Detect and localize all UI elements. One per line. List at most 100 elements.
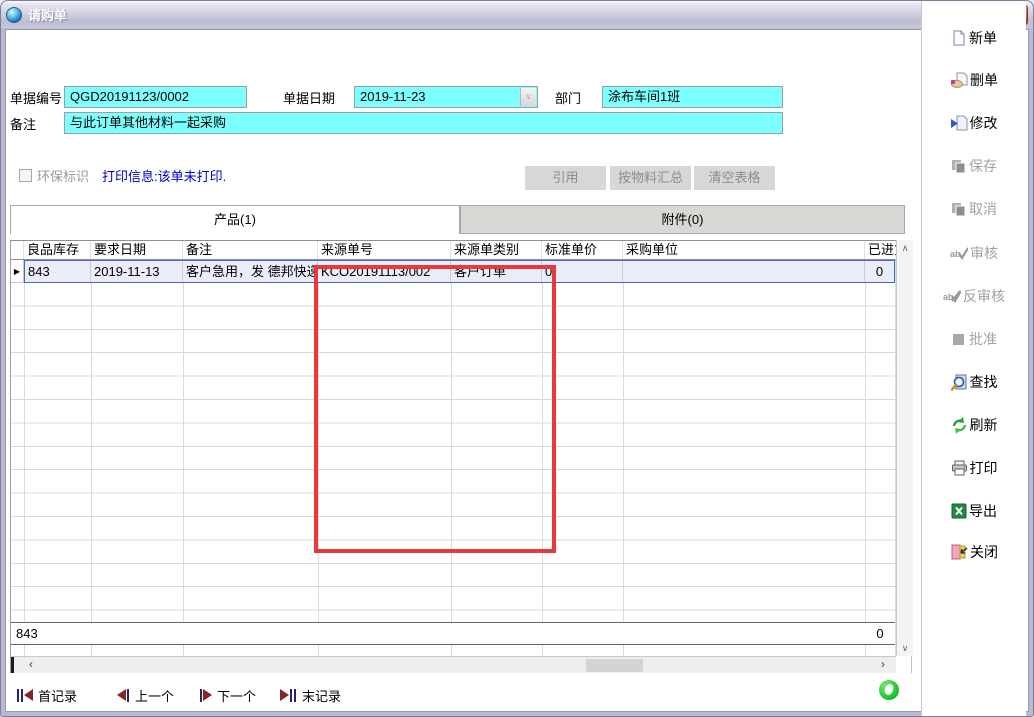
app-window: 请购单 ▁ □ ✕ 单据编号 QGD20191123/0002 单据日期 201…: [0, 0, 1034, 717]
save-button: 保存: [922, 153, 1026, 179]
summarize-by-material-button[interactable]: 按物料汇总: [610, 166, 691, 190]
next-record-button[interactable]: 下一个: [199, 686, 256, 704]
scroll-down-icon[interactable]: ∨: [897, 640, 913, 656]
grid-header-row: 良品库存 要求日期 备注 来源单号 来源单类别 标准单价 采购单位 已进货数量: [11, 240, 896, 260]
export-excel-icon: [951, 503, 967, 519]
clear-table-button[interactable]: 清空表格: [694, 166, 775, 190]
previous-record-label: 上一个: [135, 686, 174, 705]
column-header-received-qty[interactable]: 已进货数量: [865, 241, 896, 259]
print-icon: [951, 460, 968, 476]
audit-label: 审核: [970, 243, 998, 263]
print-info-text: 打印信息:该单未打印.: [102, 169, 226, 185]
new-doc-button[interactable]: 新单: [922, 25, 1026, 51]
column-header-remark[interactable]: 备注: [183, 241, 318, 259]
summary-received-total: 0: [865, 626, 895, 641]
first-record-icon: [16, 689, 33, 702]
first-record-label: 首记录: [38, 686, 77, 705]
vertical-scrollbar[interactable]: ∧ ∨: [896, 240, 913, 656]
record-splitter[interactable]: [11, 657, 14, 673]
doc-date-combo[interactable]: 2019-11-23 ∨: [354, 86, 538, 108]
save-label: 保存: [969, 156, 997, 176]
export-button[interactable]: 导出: [922, 498, 1026, 524]
current-row-marker: ▶: [11, 260, 24, 283]
title-bar[interactable]: 请购单 ▁ □ ✕: [1, 1, 1033, 28]
next-record-icon: [199, 689, 212, 702]
delete-doc-label: 删单: [970, 70, 998, 90]
doc-date-label: 单据日期: [283, 91, 335, 107]
dept-label: 部门: [555, 91, 581, 107]
next-record-label: 下一个: [217, 686, 256, 705]
scroll-right-icon[interactable]: ›: [875, 657, 891, 673]
find-label: 查找: [970, 372, 998, 392]
unaudit-icon: ab: [943, 289, 961, 303]
cancel-icon: [951, 201, 967, 217]
previous-record-button[interactable]: 上一个: [117, 686, 174, 704]
last-record-icon: [280, 689, 297, 702]
cell-received-qty[interactable]: 0: [865, 261, 894, 282]
refresh-button[interactable]: 刷新: [922, 412, 1026, 438]
approve-icon: [951, 331, 967, 347]
unaudit-button: ab 反审核: [922, 283, 1026, 309]
export-label: 导出: [969, 501, 997, 521]
grid-column-divider: [865, 260, 866, 656]
client-area: 单据编号 QGD20191123/0002 单据日期 2019-11-23 ∨ …: [5, 29, 1029, 712]
approve-label: 批准: [969, 329, 997, 349]
grid-column-divider: [623, 260, 624, 656]
horizontal-scrollbar[interactable]: ‹ ›: [11, 656, 896, 673]
close-form-button[interactable]: 关闭: [922, 539, 1026, 565]
audit-icon: ab: [950, 246, 968, 260]
doc-date-value: 2019-11-23: [360, 89, 426, 104]
new-doc-label: 新单: [969, 28, 997, 48]
scroll-up-icon[interactable]: ∧: [897, 240, 913, 256]
status-badge-icon: [879, 680, 899, 700]
cancel-label: 取消: [969, 199, 997, 219]
first-record-button[interactable]: 首记录: [16, 686, 77, 704]
column-header-required-date[interactable]: 要求日期: [91, 241, 183, 259]
cell-required-date[interactable]: 2019-11-13: [91, 261, 183, 282]
print-label: 打印: [970, 458, 998, 478]
refresh-icon: [951, 417, 968, 434]
column-header-source-type[interactable]: 来源单类别: [451, 241, 542, 259]
summary-stock-total: 843: [16, 626, 38, 641]
product-grid: 良品库存 要求日期 备注 来源单号 来源单类别 标准单价 采购单位 已进货数量: [10, 240, 912, 673]
tab-attachment[interactable]: 附件(0): [460, 205, 905, 234]
app-icon: [6, 7, 22, 23]
delete-doc-icon: [950, 72, 968, 89]
eco-checkbox-label: 环保标识: [37, 169, 89, 185]
cancel-button: 取消: [922, 196, 1026, 222]
refresh-label: 刷新: [970, 415, 998, 435]
find-icon: [951, 374, 968, 391]
scroll-left-icon[interactable]: ‹: [23, 657, 39, 673]
remark-input[interactable]: 与此订单其他材料一起采购: [64, 112, 783, 134]
highlight-rectangle: [314, 265, 556, 553]
grid-selector-header: [11, 241, 24, 259]
remark-label: 备注: [10, 117, 36, 133]
eco-checkbox[interactable]: [19, 169, 32, 182]
window-title: 请购单: [28, 5, 67, 24]
close-form-label: 关闭: [970, 542, 998, 562]
approve-button: 批准: [922, 326, 1026, 352]
tab-product[interactable]: 产品(1): [10, 205, 460, 234]
modify-button[interactable]: 修改: [922, 110, 1026, 136]
cell-stock[interactable]: 843: [25, 261, 91, 282]
modify-icon: [951, 115, 968, 131]
cell-remark[interactable]: 客户急用，发 德邦快递·: [183, 261, 318, 282]
doc-no-label: 单据编号: [10, 91, 62, 107]
print-button[interactable]: 打印: [922, 455, 1026, 481]
scrollbar-thumb[interactable]: [586, 659, 643, 672]
action-sidebar: 新单 删单 修改 保存 取消: [921, 1, 1026, 716]
grid-column-divider: [91, 260, 92, 656]
dropdown-arrow-icon[interactable]: ∨: [520, 88, 536, 106]
reference-button[interactable]: 引用: [525, 166, 606, 190]
find-button[interactable]: 查找: [922, 369, 1026, 395]
delete-doc-button[interactable]: 删单: [922, 67, 1026, 93]
column-header-stock[interactable]: 良品库存: [24, 241, 91, 259]
column-header-std-price[interactable]: 标准单价: [542, 241, 623, 259]
cell-purchase-unit[interactable]: [623, 261, 865, 282]
last-record-button[interactable]: 末记录: [280, 686, 341, 704]
column-header-purchase-unit[interactable]: 采购单位: [623, 241, 865, 259]
unaudit-label: 反审核: [963, 286, 1005, 306]
dept-input[interactable]: 涂布车间1班: [602, 86, 783, 108]
column-header-source-no[interactable]: 来源单号: [318, 241, 451, 259]
doc-no-input[interactable]: QGD20191123/0002: [64, 86, 247, 108]
